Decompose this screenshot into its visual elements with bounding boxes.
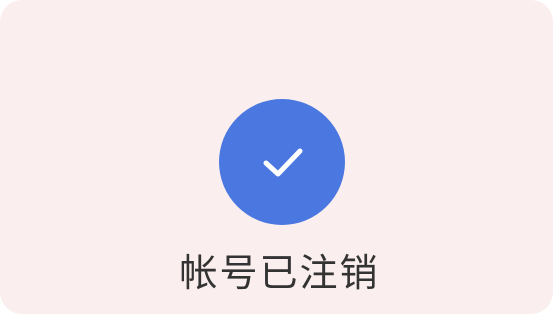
checkmark-circle-icon <box>219 99 345 225</box>
checkmark-icon <box>263 148 303 177</box>
account-cancelled-message: 帐号已注销 <box>179 251 380 295</box>
